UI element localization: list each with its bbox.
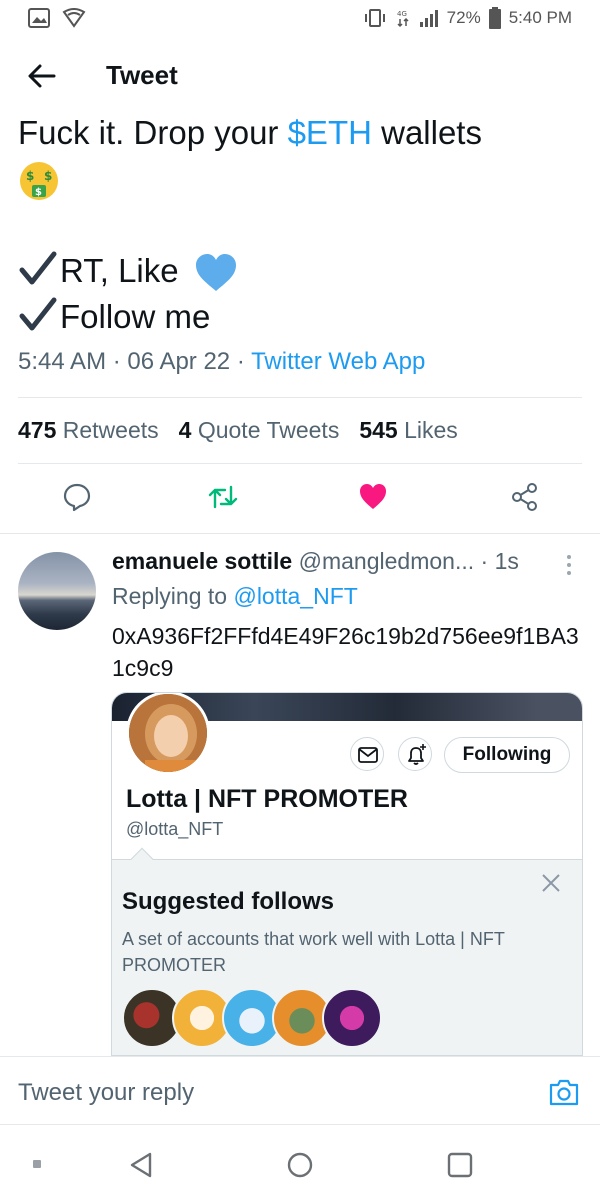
reply-icon[interactable]	[62, 482, 92, 512]
divider	[18, 463, 582, 464]
tweet-date: 06 Apr 22	[127, 348, 231, 375]
check-mark-icon	[19, 297, 57, 331]
mail-icon	[358, 747, 378, 763]
suggested-avatar	[322, 988, 382, 1048]
nav-home-icon[interactable]	[286, 1151, 314, 1179]
page-title: Tweet	[106, 60, 178, 90]
tweet-stats: 475 Retweets 4 Quote Tweets 545 Likes	[18, 417, 458, 444]
likes-count: 545	[359, 417, 398, 443]
retweets-label: Retweets	[62, 417, 159, 443]
replying-label: Replying to	[112, 583, 234, 609]
bell-plus-icon	[408, 744, 426, 765]
mention-link[interactable]: @lotta_NFT	[233, 583, 357, 609]
notify-button	[398, 737, 432, 771]
quotes-count: 4	[178, 417, 192, 443]
tweet-line-1: Fuck it. Drop your $ETH wallets	[18, 110, 588, 156]
suggested-title: Suggested follows	[122, 888, 335, 915]
blue-heart-icon	[195, 254, 236, 292]
tweet-source-link[interactable]: Twitter Web App	[251, 348, 425, 375]
tweet-actions	[0, 470, 600, 526]
retweets-stat[interactable]: 475 Retweets	[18, 417, 159, 444]
tweet-text-part: Fuck it. Drop your	[18, 114, 288, 151]
tweet-text-part: RT, Like	[60, 252, 179, 289]
suggested-description: A set of accounts that work well with Lo…	[122, 929, 505, 975]
separator: ·	[236, 348, 245, 375]
profile-handle: @lotta_NFT	[126, 819, 224, 839]
reply-text: 0xA936Ff2FFfd4E49F26c19b2d756ee9f1BA31c9…	[112, 623, 579, 681]
cashtag-link[interactable]: $ETH	[288, 114, 372, 151]
battery-percent: 72%	[446, 8, 481, 27]
profile-name: Lotta | NFT PROMOTER	[126, 785, 408, 813]
tweet-line-3: RT, Like	[18, 248, 588, 294]
gallery-icon	[28, 8, 50, 28]
quotes-label: Quote Tweets	[197, 417, 340, 443]
profile-avatar	[126, 693, 210, 775]
tweet-time: 5:44 AM	[18, 348, 107, 375]
signal-icon	[419, 10, 438, 27]
battery-icon	[488, 7, 501, 29]
share-icon[interactable]	[510, 482, 540, 512]
nav-back-icon[interactable]	[128, 1151, 154, 1179]
reply-author-name[interactable]: emanuele sottile	[112, 548, 292, 574]
clock: 5:40 PM	[508, 8, 572, 27]
tweet-line-2: $ $ $	[18, 156, 588, 202]
money-mouth-face-icon: $ $ $	[20, 162, 58, 201]
system-nav-bar	[0, 1124, 600, 1200]
back-arrow-icon[interactable]	[26, 60, 58, 92]
following-button: Following	[444, 737, 570, 773]
reply-composer[interactable]: Tweet your reply	[0, 1056, 600, 1120]
lte-icon: 4G	[397, 10, 409, 28]
header: Tweet	[0, 44, 600, 110]
recents-dot-icon[interactable]	[32, 1159, 42, 1169]
wifi-shield-icon	[62, 8, 86, 28]
svg-text:$: $	[35, 187, 42, 198]
vibrate-icon	[364, 9, 385, 27]
replying-to: Replying to @lotta_NFT	[112, 583, 358, 610]
separator: ·	[112, 348, 121, 375]
tweet-text: Fuck it. Drop your $ETH wallets $ $ $ RT…	[18, 110, 588, 340]
liked-heart-icon[interactable]	[358, 482, 388, 512]
avatar[interactable]	[18, 552, 96, 630]
reply-author-handle[interactable]: @mangledmon...	[299, 548, 475, 574]
divider	[18, 397, 582, 398]
svg-text:$: $	[26, 169, 34, 183]
retweets-count: 475	[18, 417, 57, 443]
reply-age: · 1s	[480, 548, 519, 574]
quotes-stat[interactable]: 4 Quote Tweets	[179, 417, 340, 444]
likes-label: Likes	[404, 417, 458, 443]
close-icon	[542, 874, 560, 892]
nav-overview-icon[interactable]	[446, 1151, 474, 1179]
reply-header: emanuele sottile @mangledmon... · 1s	[112, 548, 582, 575]
svg-text:$: $	[44, 169, 52, 183]
more-options-icon[interactable]	[566, 554, 572, 576]
tweet-text-part: wallets	[371, 114, 482, 151]
svg-text:4G: 4G	[397, 10, 407, 18]
reply-input[interactable]: Tweet your reply	[18, 1079, 194, 1107]
reply-image[interactable]: Following Lotta | NFT PROMOTER @lotta_NF…	[111, 692, 583, 1056]
retweet-icon[interactable]	[208, 482, 238, 512]
divider	[0, 533, 600, 534]
suggested-follows-panel: Suggested follows A set of accounts that…	[112, 859, 582, 1055]
tweet-line-4: Follow me	[18, 294, 588, 340]
check-mark-icon	[19, 251, 57, 285]
avatar-portrait-icon	[129, 694, 207, 772]
status-bar: 4G 72% 5:40 PM	[0, 0, 600, 36]
camera-icon[interactable]	[548, 1077, 580, 1107]
message-button	[350, 737, 384, 771]
likes-stat[interactable]: 545 Likes	[359, 417, 457, 444]
tweet-text-part: Follow me	[60, 298, 211, 335]
tweet-meta: 5:44 AM · 06 Apr 22 · Twitter Web App	[18, 348, 425, 376]
